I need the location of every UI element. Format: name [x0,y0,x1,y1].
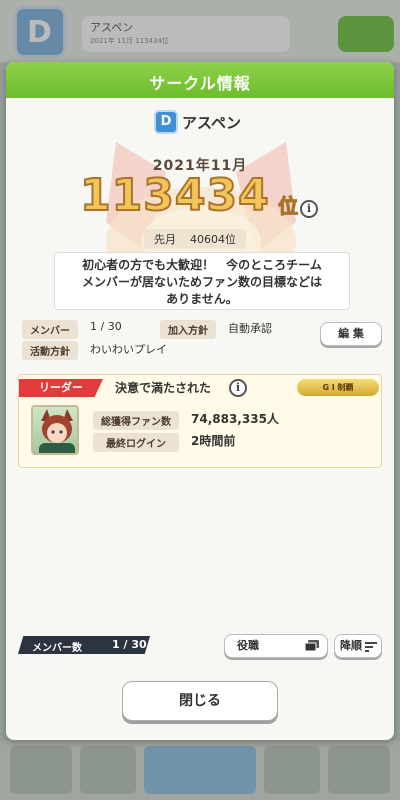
dialog-header: サークル情報 [6,62,394,98]
member-count-value: 1 / 30 [112,638,147,651]
sort-field-button[interactable]: 役職 [224,634,328,658]
member-count-bar: メンバー数 1 / 30 [18,636,150,654]
leader-name: 決意で満たされた [115,381,212,395]
close-button[interactable]: 閉じる [122,681,278,721]
previous-month-label: 先月 [154,233,176,246]
last-login-label: 最終ログイン [93,433,179,452]
circle-rank-unit: 位 [278,194,299,219]
sort-field-label: 役職 [237,639,259,652]
circle-info-dialog: サークル情報 D アスペン 2021年11月 113434 位 i 先月 4060… [6,62,394,740]
sort-order-label: 降順 [340,639,362,652]
leader-avatar[interactable] [31,405,79,455]
total-fans-label: 総獲得ファン数 [93,411,179,430]
last-login-value: 2時間前 [191,434,236,448]
activity-label: 活動方針 [22,341,78,360]
gi-badge: G I 制覇 [297,379,379,396]
member-count-label: メンバー数 [32,643,82,654]
character-portrait-icon [39,409,75,453]
rank-info-icon[interactable]: i [300,200,318,218]
description-line: ありません。 [166,292,238,306]
leader-tag: リーダー [19,379,103,397]
description-line: 初心者の方でも大歓迎！ 今のところチーム [82,258,322,272]
leader-panel: リーダー 決意で満たされた i G I 制覇 総獲得ファン数 74,883,33… [18,374,382,468]
join-policy-label: 加入方針 [160,320,216,339]
activity-value: わいわいプレイ [90,343,167,356]
circle-rank: 113434 [79,169,270,222]
circle-description: 初心者の方でも大歓迎！ 今のところチーム メンバーが居ないためファン数の目標など… [54,252,350,310]
sort-descending-icon [365,642,377,652]
description-line: メンバーが居ないためファン数の目標などは [81,275,322,289]
join-policy-value: 自動承認 [228,322,272,335]
previous-month-value: 40604位 [190,233,236,246]
dialog-title: サークル情報 [149,74,251,93]
circle-name: アスペン [182,114,241,132]
edit-button[interactable]: 編 集 [320,322,382,346]
leader-info-icon[interactable]: i [229,379,247,397]
circle-emblem-icon: D [154,110,178,134]
card-stack-icon [305,640,319,652]
sort-order-button[interactable]: 降順 [334,634,382,658]
members-value: 1 / 30 [90,320,122,333]
previous-month-rank: 先月 40604位 [144,229,246,249]
total-fans-value: 74,883,335人 [191,412,279,426]
members-label: メンバー [22,320,78,339]
